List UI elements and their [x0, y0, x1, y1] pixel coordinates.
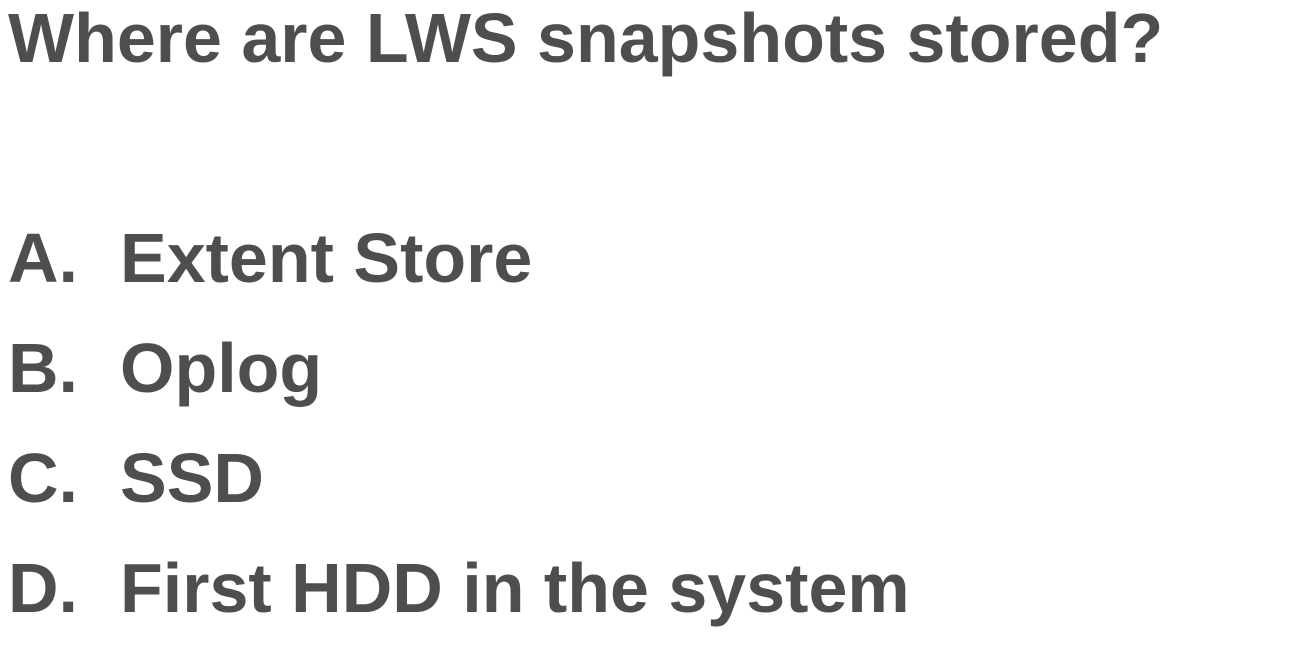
option-letter: A.	[8, 219, 78, 297]
option-text: Extent Store	[120, 219, 533, 297]
option-c[interactable]: C. SSD	[8, 434, 910, 544]
question-text: Where are LWS snapshots stored?	[8, 0, 1164, 77]
option-letter: B.	[8, 329, 78, 407]
option-letter: C.	[8, 439, 78, 517]
option-d[interactable]: D. First HDD in the system	[8, 544, 910, 654]
option-letter: D.	[8, 549, 78, 627]
option-a[interactable]: A. Extent Store	[8, 214, 910, 324]
option-text: SSD	[120, 439, 264, 517]
option-b[interactable]: B. Oplog	[8, 324, 910, 434]
answer-options-list: A. Extent Store B. Oplog C. SSD D. First…	[8, 214, 910, 654]
option-text: First HDD in the system	[120, 549, 910, 627]
option-text: Oplog	[120, 329, 323, 407]
